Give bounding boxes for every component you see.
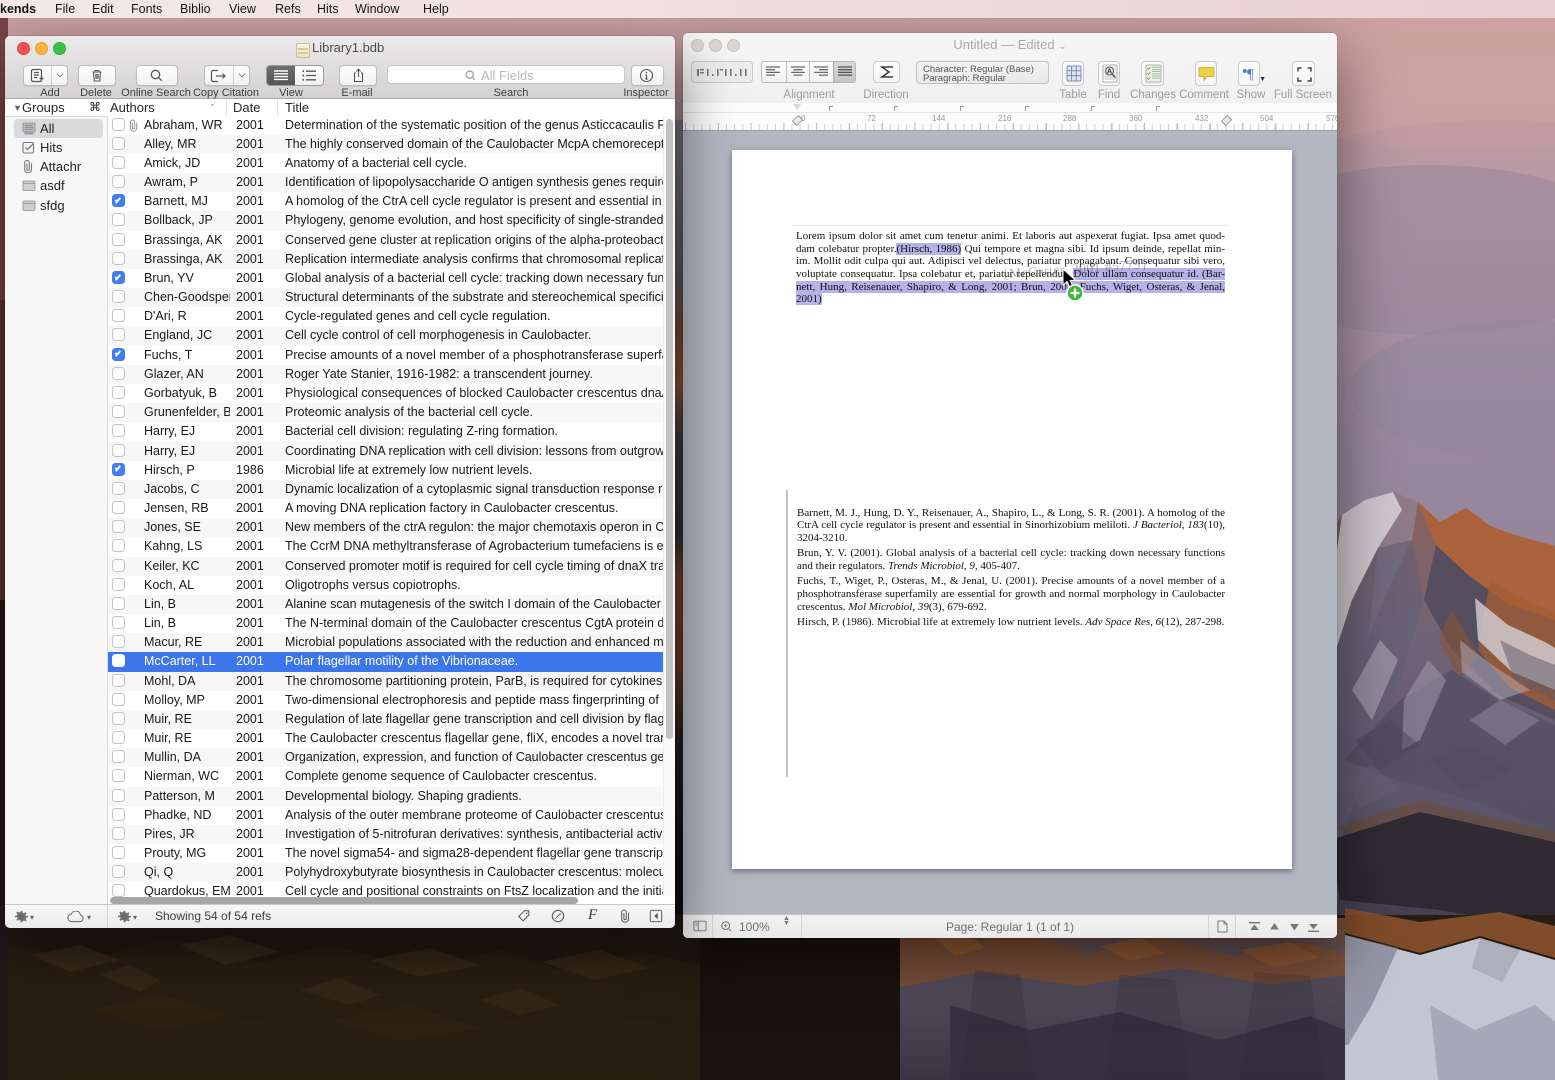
svg-text:A: A [1106,67,1112,76]
svg-text:¶: ¶ [1247,67,1254,83]
